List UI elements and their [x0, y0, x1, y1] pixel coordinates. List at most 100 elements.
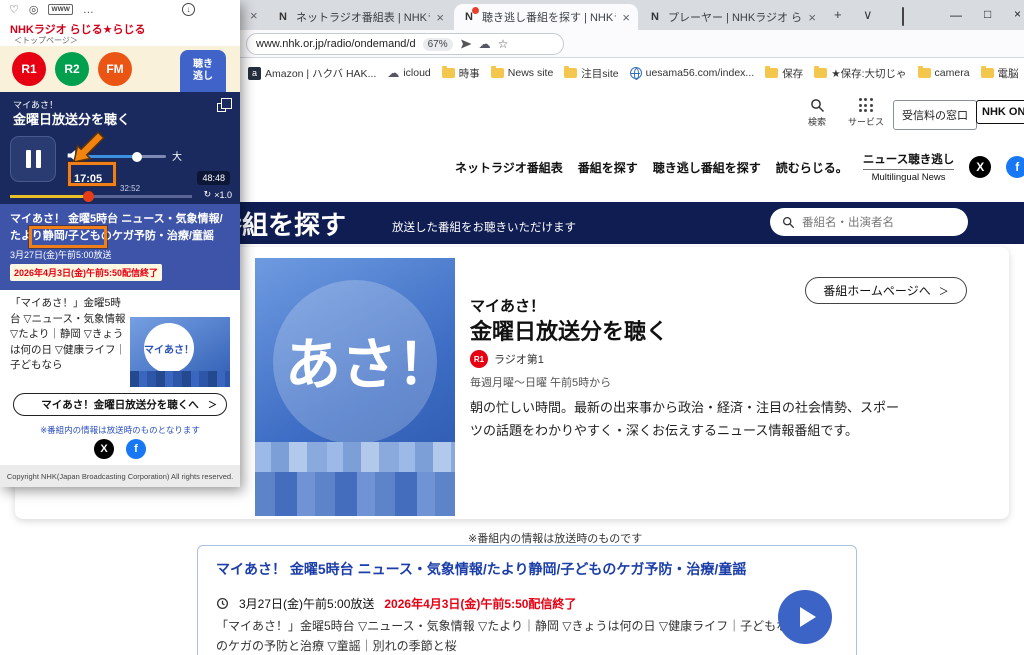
bookmark-folder[interactable]: 電脳 — [981, 66, 1019, 81]
episode-meta: 3月27日(金)午前5:00放送 2026年4月3日(金)午前5:50配信終了 — [216, 595, 576, 612]
bookmark-star-icon[interactable]: ☆ — [498, 37, 509, 51]
listen-friday-button[interactable]: マイあさ！金曜日放送分を聴くへ ＞ — [13, 393, 227, 416]
total-duration-badge: 48:48 — [197, 171, 230, 185]
chevron-right-icon: ＞ — [939, 283, 949, 298]
x-social-icon[interactable]: X — [94, 439, 114, 459]
search-icon — [810, 98, 825, 113]
maximize-button[interactable]: □ — [984, 7, 991, 21]
popup-social-icons: X f — [0, 439, 240, 459]
tab-missed-programs-active[interactable]: N 聴き逃し番組を探す | NHKラジオ × — [454, 4, 638, 30]
bookmark-folder[interactable]: 注目site — [564, 66, 618, 81]
cloud-sync-icon[interactable]: ☁ — [479, 37, 491, 51]
seek-bar[interactable] — [10, 195, 192, 198]
tab-netradio-schedule[interactable]: N ネットラジオ番組表 | NHKラジオ ら × — [268, 4, 452, 30]
timefree-label: 聴き逃し — [192, 59, 214, 84]
facebook-social-icon[interactable]: f — [1006, 156, 1024, 178]
station-r2-button[interactable]: R2 — [55, 52, 89, 86]
button-label: マイあさ！金曜日放送分を聴くへ — [41, 397, 199, 412]
site-navigation: ネットラジオ番組表 番組を探す 聴き逃し番組を探す 読むらじる。 ニュース聴き逃… — [455, 146, 1024, 188]
program-homepage-button[interactable]: 番組ホームページへ ＞ — [805, 277, 967, 304]
bookmark-item[interactable]: ☁icloud — [387, 66, 430, 80]
heart-icon[interactable]: ♡ — [9, 3, 19, 16]
nav-link-missed-programs[interactable]: 聴き逃し番組を探す — [653, 159, 761, 176]
tab-list-button[interactable]: ∨ — [863, 7, 873, 23]
pause-button[interactable] — [10, 136, 56, 182]
window-close-button[interactable]: × — [1014, 7, 1021, 21]
pause-icon — [36, 150, 41, 168]
nav-link-find-programs[interactable]: 番組を探す — [578, 159, 638, 176]
bookmark-folder[interactable]: 保存 — [765, 66, 803, 81]
send-to-device-icon[interactable] — [460, 38, 472, 50]
bookmark-folder[interactable]: News site — [491, 67, 554, 79]
bookmark-folder[interactable]: camera — [918, 67, 970, 79]
reader-mode-icon[interactable]: ◎ — [29, 3, 39, 16]
nav-news-line2: Multilingual News — [863, 172, 954, 183]
program-search-input[interactable]: 番組名・出演者名 — [770, 208, 968, 236]
globe-icon — [630, 67, 642, 79]
r1-badge: R1 — [470, 350, 488, 368]
folder-icon — [564, 68, 577, 78]
x-social-icon[interactable]: X — [969, 156, 991, 178]
tab-favicon: N — [462, 10, 476, 24]
annotation-box-tayori-shizuoka — [29, 226, 107, 248]
elapsed-time: 32:52 — [120, 184, 140, 193]
facebook-social-icon[interactable]: f — [126, 439, 146, 459]
close-tab-icon[interactable]: × — [808, 10, 816, 25]
site-search-button[interactable]: 検索 — [808, 98, 826, 128]
speed-value: ×1.0 — [214, 190, 232, 200]
broadcast-date: 3月27日(金)午前5:00放送 — [239, 595, 374, 612]
nhk-one-logo[interactable]: NHK ONE — [976, 100, 1024, 124]
station-name: ラジオ第1 — [494, 351, 544, 367]
grid-icon — [859, 98, 874, 113]
download-icon[interactable]: ↓ — [182, 3, 195, 16]
timefree-tab-active[interactable]: 聴き逃し — [180, 50, 226, 92]
page-subtitle: 放送した番組をお聴きいただけます — [392, 219, 576, 235]
nav-link-netradio[interactable]: ネットラジオ番組表 — [455, 159, 563, 176]
clock-icon — [216, 597, 229, 610]
zoom-indicator[interactable]: 67% — [423, 38, 453, 51]
pause-icon — [26, 150, 31, 168]
calendar-icon[interactable] — [902, 7, 904, 26]
bookmark-item[interactable]: uesama56.com/index... — [630, 67, 755, 79]
top-page-link[interactable]: ＜トップページ＞ — [14, 35, 78, 46]
program-description: 朝の忙しい時間。最新の出来事から政治・経済・注目の社会情勢、スポーツの話題をわか… — [470, 396, 906, 442]
chevron-right-icon: ＞ — [208, 398, 217, 411]
nav-link-yomu-rajiru[interactable]: 読むらじる。 — [776, 159, 848, 176]
nav-news-block[interactable]: ニュース聴き逃し Multilingual News — [863, 151, 954, 183]
close-tab-icon[interactable]: × — [622, 10, 630, 25]
expand-player-icon[interactable] — [217, 103, 226, 112]
close-tab-icon[interactable]: × — [250, 8, 258, 23]
www-icon[interactable]: WWW — [48, 4, 72, 15]
volume-knob[interactable] — [132, 152, 142, 162]
now-playing-broadcast: 3月27日(金)午前5:00放送 — [10, 248, 230, 261]
episode-play-button[interactable] — [778, 590, 832, 644]
program-schedule: 毎週月曜〜日曜 午前5時から — [470, 374, 611, 390]
bookmark-folder[interactable]: 時事 — [442, 66, 480, 81]
playback-speed[interactable]: ↻×1.0 — [204, 189, 232, 200]
reception-fee-button[interactable]: 受信料の窓口 — [893, 100, 977, 130]
seek-fill — [10, 195, 88, 198]
button-label: 番組ホームページへ — [823, 282, 930, 299]
popup-note: ※番組内の情報は放送時のものとなります — [0, 424, 240, 436]
bookmark-label: uesama56.com/index... — [646, 67, 755, 79]
station-r1-button[interactable]: R1 — [12, 52, 46, 86]
services-label: サービス — [848, 115, 884, 128]
new-tab-button[interactable]: + — [834, 7, 842, 22]
browser-window: × N ネットラジオ番組表 | NHKラジオ ら × N 聴き逃し番組を探す |… — [0, 0, 1024, 655]
episode-card[interactable]: マイあさ！ 金曜5時台 ニュース・気象情報/たより静岡/子どものケガ予防・治療/… — [197, 545, 857, 655]
minimize-button[interactable]: — — [950, 8, 962, 22]
site-services-button[interactable]: サービス — [848, 98, 884, 128]
episode-title[interactable]: マイあさ！ 金曜5時台 ニュース・気象情報/たより静岡/子どものケガ予防・治療/… — [216, 559, 836, 579]
url-bar[interactable]: www.nhk.or.jp/radio/ondemand/d 67% ☁ ☆ — [246, 33, 564, 55]
bookmark-folder[interactable]: ★保存:大切じゃ — [814, 66, 906, 81]
tab-player[interactable]: N プレーヤー | NHKラジオ らじる★ら × — [640, 4, 824, 30]
program-note: ※番組内の情報は放送時のものです — [468, 530, 642, 546]
bookmark-label: 保存 — [782, 66, 803, 81]
folder-icon — [918, 68, 931, 78]
seek-knob[interactable] — [83, 191, 94, 202]
bookmark-item[interactable]: aAmazon | ハクバ HAK... — [248, 66, 376, 81]
loop-icon: ↻ — [204, 189, 212, 200]
search-placeholder: 番組名・出演者名 — [802, 214, 894, 230]
station-fm-button[interactable]: FM — [98, 52, 132, 86]
close-tab-icon[interactable]: × — [436, 10, 444, 25]
